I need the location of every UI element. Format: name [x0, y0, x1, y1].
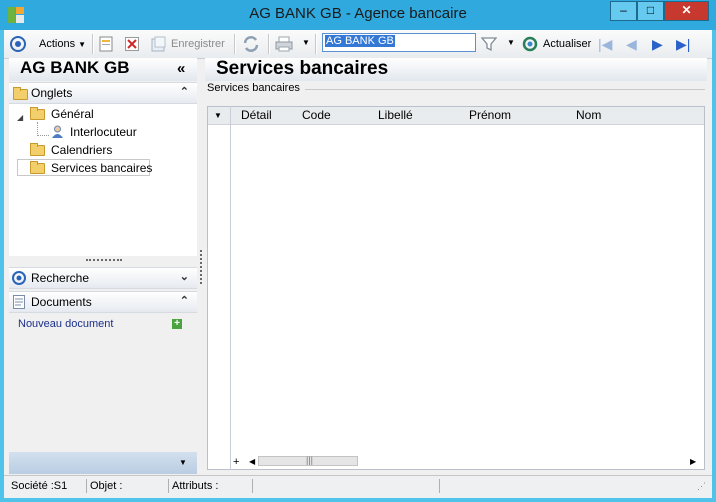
resize-grip[interactable]: ⋰ [697, 481, 706, 492]
scrollbar-grip: ||| [306, 455, 314, 465]
section-recherche[interactable]: Recherche ⌄ [9, 267, 197, 289]
save-button[interactable]: Enregistrer [171, 35, 225, 53]
maximize-button[interactable]: □ [637, 1, 664, 21]
scroll-left-icon[interactable]: ◀ [249, 457, 255, 466]
column-detail[interactable]: Détail [241, 108, 272, 122]
section-onglets[interactable]: Onglets ⌃ [9, 82, 197, 104]
refresh-icon[interactable] [522, 36, 538, 52]
tree-line [37, 122, 39, 136]
toolbar-separator [268, 34, 270, 54]
data-grid[interactable] [207, 106, 705, 470]
grid-header [208, 107, 704, 125]
column-prenom[interactable]: Prénom [469, 108, 511, 122]
grid-menu-icon[interactable]: ▼ [214, 111, 222, 120]
column-libelle[interactable]: Libellé [378, 108, 413, 122]
maximize-icon: □ [646, 3, 655, 17]
tree-expander-icon[interactable]: ◢ [17, 113, 23, 122]
tree-item-label: Interlocuteur [70, 125, 137, 139]
actions-label: Actions [39, 38, 76, 50]
section-documents[interactable]: Documents ⌃ [9, 291, 197, 313]
navigation-target-icon[interactable] [10, 36, 26, 52]
tree-item-label: Services bancaires [51, 161, 153, 175]
vertical-splitter[interactable] [200, 250, 202, 284]
search-target-icon [12, 271, 26, 285]
grid-row-header-divider [230, 106, 231, 470]
previous-record-icon[interactable]: ◀ [626, 36, 637, 53]
folder-open-icon [30, 161, 45, 174]
close-icon: ✕ [681, 3, 692, 17]
tree-line [37, 135, 49, 136]
column-nom[interactable]: Nom [576, 108, 601, 122]
tree-item-label: Général [51, 107, 94, 121]
chevron-up-icon[interactable]: ⌃ [180, 294, 189, 307]
folder-icon [13, 87, 28, 100]
status-attributs: Attributs : [168, 479, 252, 493]
tree-item-label: Calendriers [51, 143, 113, 157]
collapse-panel-icon[interactable]: « [177, 60, 185, 77]
column-code[interactable]: Code [302, 108, 331, 122]
next-record-icon[interactable]: ▶ [652, 36, 663, 53]
filter-dropdown-icon[interactable]: ▼ [507, 38, 515, 47]
search-input-value: AG BANK GB [325, 35, 395, 47]
section-recherche-label: Recherche [31, 271, 90, 285]
chevron-down-icon: ▼ [78, 40, 87, 49]
page-title: Services bancaires [216, 58, 389, 79]
scroll-right-icon[interactable]: ▶ [690, 457, 696, 466]
add-row-icon[interactable]: + [233, 456, 239, 468]
user-icon [52, 125, 63, 138]
minimize-icon: – [620, 3, 627, 17]
toolbar-separator [92, 34, 94, 54]
section-onglets-label: Onglets [31, 86, 73, 100]
toolbar-separator [315, 34, 317, 54]
splitter-grip[interactable] [86, 259, 122, 261]
record-title: AG BANK GB [20, 58, 130, 77]
save-icon[interactable] [151, 36, 167, 52]
new-document-icon[interactable] [99, 36, 113, 52]
folder-icon [30, 107, 45, 120]
left-panel-footer [9, 452, 197, 474]
document-icon [13, 295, 25, 309]
chevron-up-icon[interactable]: ⌃ [180, 85, 189, 98]
window-title: AG BANK GB - Agence bancaire [249, 5, 467, 22]
section-label: Services bancaires [207, 82, 300, 94]
chevron-down-icon[interactable]: ⌄ [180, 270, 189, 283]
close-button[interactable]: ✕ [664, 1, 709, 21]
minimize-button[interactable]: – [610, 1, 637, 21]
new-document-link[interactable]: Nouveau document [18, 318, 113, 330]
filter-icon[interactable] [481, 36, 497, 52]
sync-icon[interactable] [242, 35, 260, 53]
first-record-icon[interactable]: |◀ [598, 36, 612, 53]
status-objet: Objet : [86, 479, 122, 493]
last-record-icon[interactable]: ▶| [676, 36, 690, 53]
refresh-button[interactable]: Actualiser [543, 35, 591, 53]
status-empty-cell [439, 479, 683, 493]
print-dropdown-icon[interactable]: ▼ [302, 38, 310, 47]
status-empty-cell [252, 479, 436, 493]
delete-icon[interactable] [125, 37, 139, 51]
actions-menu[interactable]: Actions ▼ [39, 35, 86, 53]
section-documents-label: Documents [31, 295, 92, 309]
folder-icon [30, 143, 45, 156]
toolbar-separator [234, 34, 236, 54]
print-icon[interactable] [275, 36, 293, 52]
status-societe: Société :S1 [11, 480, 68, 492]
search-input[interactable]: AG BANK GB [322, 33, 476, 52]
section-divider [305, 89, 705, 90]
add-icon[interactable]: + [172, 319, 182, 329]
chevron-down-icon[interactable]: ▼ [179, 458, 187, 467]
